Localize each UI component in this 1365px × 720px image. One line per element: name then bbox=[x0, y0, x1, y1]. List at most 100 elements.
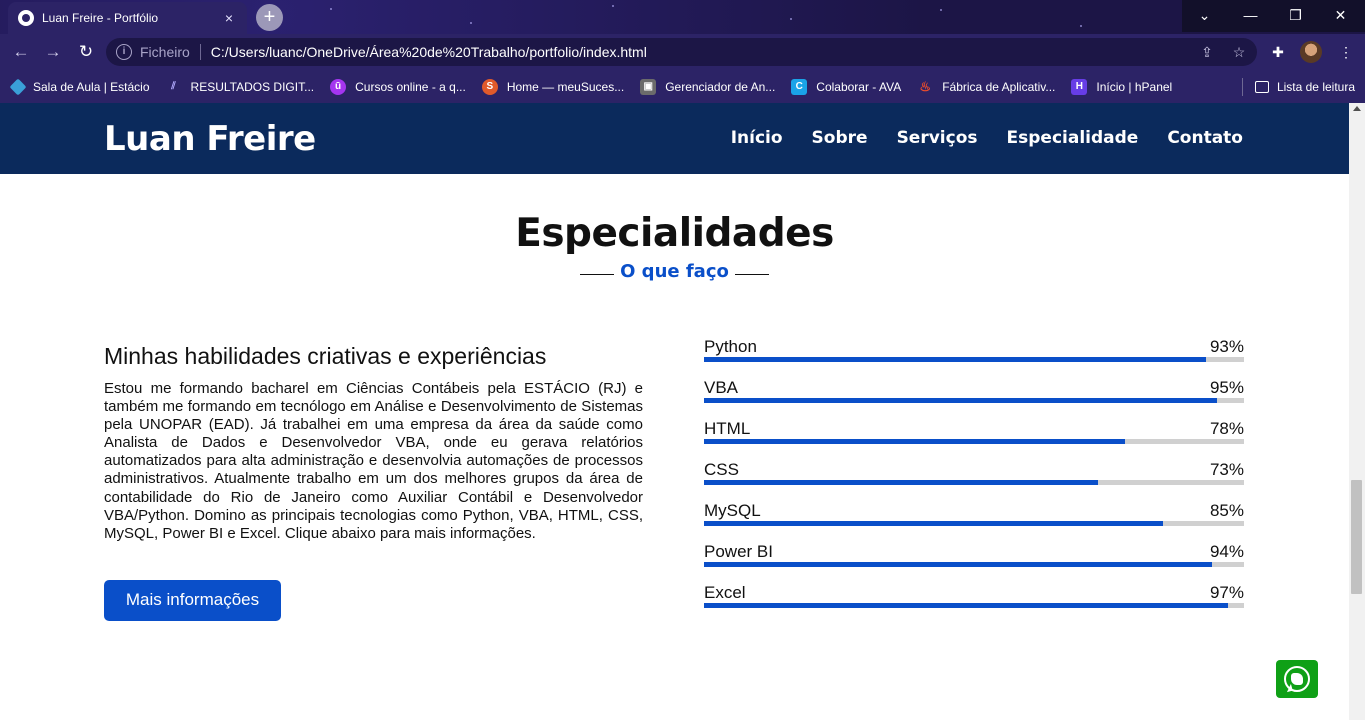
nav-link-sobre[interactable]: Sobre bbox=[812, 128, 868, 148]
restore-button[interactable]: ❐ bbox=[1273, 0, 1318, 32]
skill-percent: 95% bbox=[1209, 378, 1244, 397]
bookmark-item[interactable]: ū Cursos online - a q... bbox=[330, 78, 466, 95]
bookmark-item[interactable]: ⫽ RESULTADOS DIGIT... bbox=[166, 79, 314, 95]
skill-item: CSS 73% bbox=[704, 460, 1244, 501]
skill-progress-track bbox=[704, 439, 1244, 444]
minimize-button[interactable]: — bbox=[1228, 0, 1273, 32]
scrollbar-thumb[interactable] bbox=[1351, 480, 1362, 594]
skill-item: VBA 95% bbox=[704, 378, 1244, 419]
close-window-button[interactable]: ✕ bbox=[1318, 0, 1363, 32]
reading-list-label: Lista de leitura bbox=[1276, 79, 1355, 94]
reading-list[interactable]: Lista de leitura bbox=[1241, 70, 1355, 103]
bookmarks-bar: Sala de Aula | Estácio ⫽ RESULTADOS DIGI… bbox=[0, 70, 1365, 103]
about-text: Estou me formando bacharel em Ciências C… bbox=[104, 380, 643, 542]
skill-name: Excel bbox=[704, 583, 746, 602]
background-star bbox=[1080, 25, 1082, 27]
bookmark-item[interactable]: Sala de Aula | Estácio bbox=[9, 78, 150, 95]
skill-progress-fill bbox=[704, 357, 1207, 362]
site-navbar: Luan Freire Início Sobre Serviços Especi… bbox=[0, 103, 1349, 174]
close-tab-icon[interactable]: × bbox=[221, 10, 237, 26]
tab-title: Luan Freire - Portfólio bbox=[42, 11, 159, 25]
url-text[interactable]: C:/Users/luanc/OneDrive/Área%20de%20Trab… bbox=[211, 44, 647, 60]
skill-progress-fill bbox=[704, 562, 1212, 567]
profile-avatar[interactable] bbox=[1300, 41, 1322, 63]
globe-icon bbox=[18, 10, 34, 26]
browser-chrome: Luan Freire - Portfólio × + ⌄ — ❐ ✕ ← → … bbox=[0, 0, 1365, 103]
whatsapp-button[interactable] bbox=[1276, 660, 1318, 698]
share-icon[interactable]: ⇪ bbox=[1198, 43, 1216, 61]
scroll-up-arrow-icon[interactable] bbox=[1353, 106, 1361, 111]
skill-progress-fill bbox=[704, 480, 1099, 485]
nav-link-inicio[interactable]: Início bbox=[731, 128, 783, 148]
nav-link-contato[interactable]: Contato bbox=[1167, 128, 1243, 148]
skill-progress-track bbox=[704, 398, 1244, 403]
skill-item: Power BI 94% bbox=[704, 542, 1244, 583]
skill-item: Python 93% bbox=[704, 337, 1244, 378]
bookmark-star-icon[interactable]: ☆ bbox=[1230, 43, 1248, 61]
bookmark-item[interactable]: ♨ Fábrica de Aplicativ... bbox=[917, 79, 1055, 95]
skill-progress-track bbox=[704, 603, 1244, 608]
nav-link-servicos[interactable]: Serviços bbox=[897, 128, 978, 148]
bookmark-label: Cursos online - a q... bbox=[355, 79, 466, 94]
whatsapp-icon-tail bbox=[1281, 683, 1293, 694]
about-column: Minhas habilidades criativas e experiênc… bbox=[104, 343, 643, 543]
skill-item: HTML 78% bbox=[704, 419, 1244, 460]
forward-button[interactable]: → bbox=[40, 39, 66, 65]
skill-name: CSS bbox=[704, 460, 739, 479]
skill-percent: 97% bbox=[1209, 583, 1244, 602]
bookmark-label: Sala de Aula | Estácio bbox=[33, 79, 150, 94]
skill-percent: 85% bbox=[1209, 501, 1244, 520]
background-star bbox=[470, 22, 472, 24]
background-star bbox=[940, 9, 942, 11]
subtitle-line-right bbox=[734, 274, 769, 275]
skill-percent: 94% bbox=[1209, 542, 1244, 561]
menu-kebab-icon[interactable]: ⋮ bbox=[1336, 42, 1356, 62]
page-scrollbar[interactable] bbox=[1349, 103, 1365, 720]
browser-tab[interactable]: Luan Freire - Portfólio × bbox=[8, 2, 247, 34]
fabrica-icon: ♨ bbox=[919, 78, 932, 94]
site-info-icon[interactable]: i bbox=[116, 44, 132, 60]
skill-progress-track bbox=[704, 357, 1244, 362]
bookmark-label: Fábrica de Aplicativ... bbox=[942, 79, 1056, 94]
tab-strip: Luan Freire - Portfólio × + ⌄ — ❐ ✕ bbox=[0, 0, 1365, 34]
bookmarks-divider bbox=[1241, 77, 1243, 96]
nav-link-especialidade[interactable]: Especialidade bbox=[1007, 128, 1139, 148]
site-logo[interactable]: Luan Freire bbox=[104, 119, 316, 159]
new-tab-button[interactable]: + bbox=[256, 4, 283, 31]
reading-list-icon bbox=[1254, 80, 1269, 93]
bookmark-item[interactable]: H Início | hPanel bbox=[1071, 78, 1173, 95]
bookmark-item[interactable]: C Colaborar - AVA bbox=[791, 78, 901, 95]
scheme-label: Ficheiro bbox=[140, 44, 190, 60]
skill-progress-track bbox=[704, 480, 1244, 485]
hostinger-icon: H bbox=[1071, 78, 1088, 95]
more-info-button[interactable]: Mais informações bbox=[104, 580, 281, 621]
address-bar[interactable]: i Ficheiro C:/Users/luanc/OneDrive/Área%… bbox=[106, 38, 1257, 66]
skill-name: Power BI bbox=[704, 542, 773, 561]
colaborar-icon: C bbox=[791, 78, 808, 95]
reload-button[interactable]: ↻ bbox=[73, 39, 99, 65]
ads-manager-icon: ▣ bbox=[640, 78, 657, 95]
skill-name: VBA bbox=[704, 378, 739, 397]
tab-search-icon[interactable]: ⌄ bbox=[1182, 0, 1227, 32]
meusucesso-icon: S bbox=[481, 78, 498, 95]
skill-progress-track bbox=[704, 521, 1244, 526]
skill-progress-fill bbox=[704, 439, 1126, 444]
estacio-icon bbox=[9, 78, 27, 95]
skill-percent: 73% bbox=[1209, 460, 1244, 479]
section-title: Especialidades bbox=[515, 211, 834, 256]
site-menu: Início Sobre Serviços Especialidade Cont… bbox=[731, 128, 1243, 148]
subtitle-line-left bbox=[580, 274, 615, 275]
background-star bbox=[330, 8, 332, 10]
browser-toolbar: ← → ↻ i Ficheiro C:/Users/luanc/OneDrive… bbox=[0, 34, 1365, 70]
back-button[interactable]: ← bbox=[8, 39, 34, 65]
bookmark-item[interactable]: ▣ Gerenciador de An... bbox=[640, 78, 775, 95]
bookmark-label: Início | hPanel bbox=[1096, 79, 1173, 94]
skill-item: MySQL 85% bbox=[704, 501, 1244, 542]
skill-progress-fill bbox=[704, 521, 1163, 526]
extensions-icon[interactable]: ✚ bbox=[1268, 42, 1288, 62]
web-page: Luan Freire Início Sobre Serviços Especi… bbox=[0, 103, 1349, 720]
results-icon: ⫽ bbox=[171, 80, 176, 92]
bookmark-item[interactable]: S Home — meuSuces... bbox=[481, 78, 624, 95]
section-subtitle-text: O que faço bbox=[620, 261, 729, 282]
skill-progress-track bbox=[704, 562, 1244, 567]
